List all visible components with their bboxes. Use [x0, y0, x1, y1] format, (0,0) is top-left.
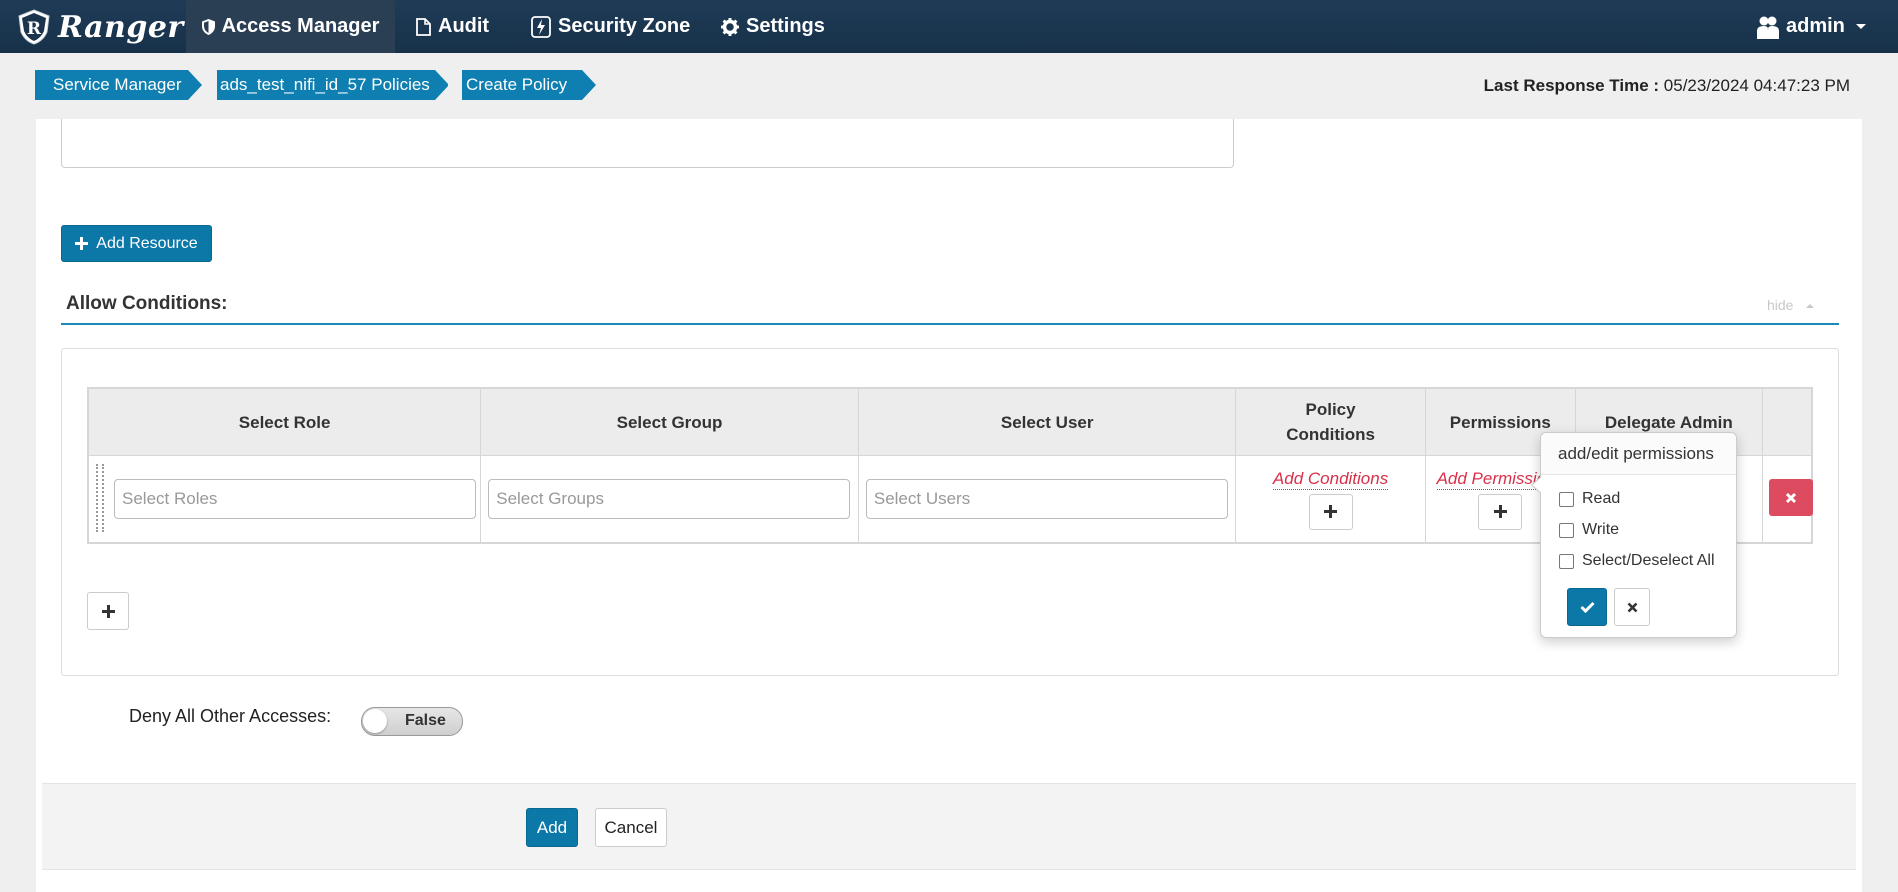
permission-option-select-all[interactable]: Select/Deselect All [1559, 552, 1715, 570]
breadcrumb-service-manager[interactable]: Service Manager [35, 70, 202, 100]
add-row-button[interactable] [87, 592, 129, 630]
nav-security-zone[interactable]: Security Zone [531, 0, 690, 53]
caret-down-icon [1855, 23, 1866, 29]
plus-icon [101, 604, 115, 618]
cancel-button-label: Cancel [604, 817, 658, 837]
add-resource-button[interactable]: Add Resource [61, 225, 212, 262]
hide-label: hide [1767, 297, 1794, 313]
read-checkbox[interactable] [1559, 491, 1574, 507]
breadcrumb-arrow [188, 70, 202, 100]
confirm-permissions-button[interactable] [1567, 588, 1607, 626]
col-policy-conditions: Policy Conditions [1235, 387, 1426, 456]
section-divider [61, 323, 1839, 325]
last-response-label: Last Response Time : [1483, 76, 1660, 95]
select-groups-placeholder: Select Groups [496, 489, 604, 508]
breadcrumb-arrow [582, 70, 596, 100]
add-resource-label: Add Resource [96, 234, 198, 252]
nav-access-manager[interactable]: Access Manager [186, 0, 395, 53]
nav-audit[interactable]: Audit [416, 0, 489, 53]
deny-all-label: Deny All Other Accesses: [129, 706, 332, 726]
delete-row-button[interactable] [1768, 479, 1813, 516]
select-users-input[interactable]: Select Users [865, 479, 1228, 519]
permissions-popover: add/edit permissions Read Write Select/D… [1531, 432, 1737, 638]
nav-settings[interactable]: Settings [721, 0, 825, 53]
select-all-checkbox[interactable] [1559, 553, 1574, 569]
breadcrumb-separator [448, 70, 462, 100]
policy-conditions-cell: Add Conditions [1235, 455, 1426, 544]
read-label: Read [1582, 490, 1621, 507]
nav-access-manager-label: Access Manager [221, 15, 380, 37]
breadcrumb-create-policy[interactable]: Create Policy [462, 70, 596, 100]
close-icon [1785, 492, 1796, 503]
nav-security-zone-label: Security Zone [558, 15, 691, 37]
add-button-label: Add [536, 817, 568, 837]
col-actions [1761, 387, 1813, 456]
cancel-button[interactable]: Cancel [595, 808, 667, 847]
delete-cell [1761, 455, 1813, 544]
drag-handle[interactable] [96, 464, 104, 532]
nav-settings-label: Settings [746, 15, 825, 37]
select-roles-placeholder: Select Roles [122, 489, 218, 508]
user-menu[interactable]: admin [1757, 0, 1867, 53]
col-select-group: Select Group [480, 387, 859, 456]
popover-title: add/edit permissions [1541, 433, 1736, 475]
deny-all-toggle[interactable]: False [361, 707, 463, 736]
users-icon [1757, 16, 1779, 39]
group-cell: Select Groups [480, 455, 859, 544]
plus-icon [75, 237, 89, 250]
col-select-role: Select Role [87, 387, 482, 456]
col-select-user: Select User [857, 387, 1237, 456]
breadcrumb-arrow [435, 70, 449, 100]
last-response-time: Last Response Time : 05/23/2024 04:47:23… [1484, 76, 1850, 96]
permission-option-read[interactable]: Read [1559, 490, 1620, 508]
resource-box [61, 119, 1234, 168]
top-navbar: R Ranger Access Manager Audit Security Z… [0, 0, 1898, 53]
select-roles-input[interactable]: Select Roles [114, 479, 476, 519]
plus-icon [1493, 505, 1507, 518]
last-response-value: 05/23/2024 04:47:23 PM [1663, 76, 1850, 95]
add-conditions-link[interactable]: Add Conditions [1272, 469, 1389, 490]
close-icon [1627, 602, 1637, 612]
breadcrumb-separator [204, 70, 218, 100]
breadcrumb-policies-label: ads_test_nifi_id_57 Policies [220, 75, 430, 94]
role-cell: Select Roles [87, 455, 482, 544]
select-all-label: Select/Deselect All [1582, 552, 1715, 569]
select-users-placeholder: Select Users [873, 489, 971, 508]
caret-up-icon [1806, 304, 1815, 308]
svg-text:R: R [27, 19, 42, 39]
ranger-logo-icon: R [18, 9, 50, 45]
write-checkbox[interactable] [1559, 522, 1574, 538]
brand-name: Ranger [58, 9, 184, 45]
user-cell: Select Users [857, 455, 1237, 544]
add-permissions-button[interactable] [1478, 493, 1523, 530]
plus-icon [1324, 505, 1338, 518]
breadcrumb-service-manager-label: Service Manager [53, 75, 182, 94]
gear-icon [721, 17, 739, 36]
write-label: Write [1582, 521, 1620, 538]
toggle-knob [363, 709, 387, 733]
form-actions: Add Cancel [42, 783, 1856, 870]
check-icon [1579, 601, 1595, 613]
allow-conditions-title: Allow Conditions: [66, 293, 228, 314]
nav-audit-label: Audit [438, 15, 490, 37]
brand-logo[interactable]: R Ranger [16, 6, 184, 48]
permission-option-write[interactable]: Write [1559, 521, 1619, 539]
add-button[interactable]: Add [526, 808, 578, 847]
deny-all-value: False [405, 712, 446, 729]
file-icon [416, 17, 431, 36]
add-conditions-button[interactable] [1308, 493, 1353, 530]
breadcrumb-policies[interactable]: ads_test_nifi_id_57 Policies [217, 70, 449, 100]
user-name: admin [1786, 15, 1845, 37]
bolt-icon [531, 15, 551, 38]
hide-toggle[interactable]: hide [1767, 297, 1815, 313]
breadcrumb-create-policy-label: Create Policy [466, 75, 568, 94]
cancel-permissions-button[interactable] [1614, 588, 1650, 626]
shield-icon [201, 18, 215, 35]
select-groups-input[interactable]: Select Groups [488, 479, 851, 519]
popover-arrow [1531, 476, 1541, 494]
